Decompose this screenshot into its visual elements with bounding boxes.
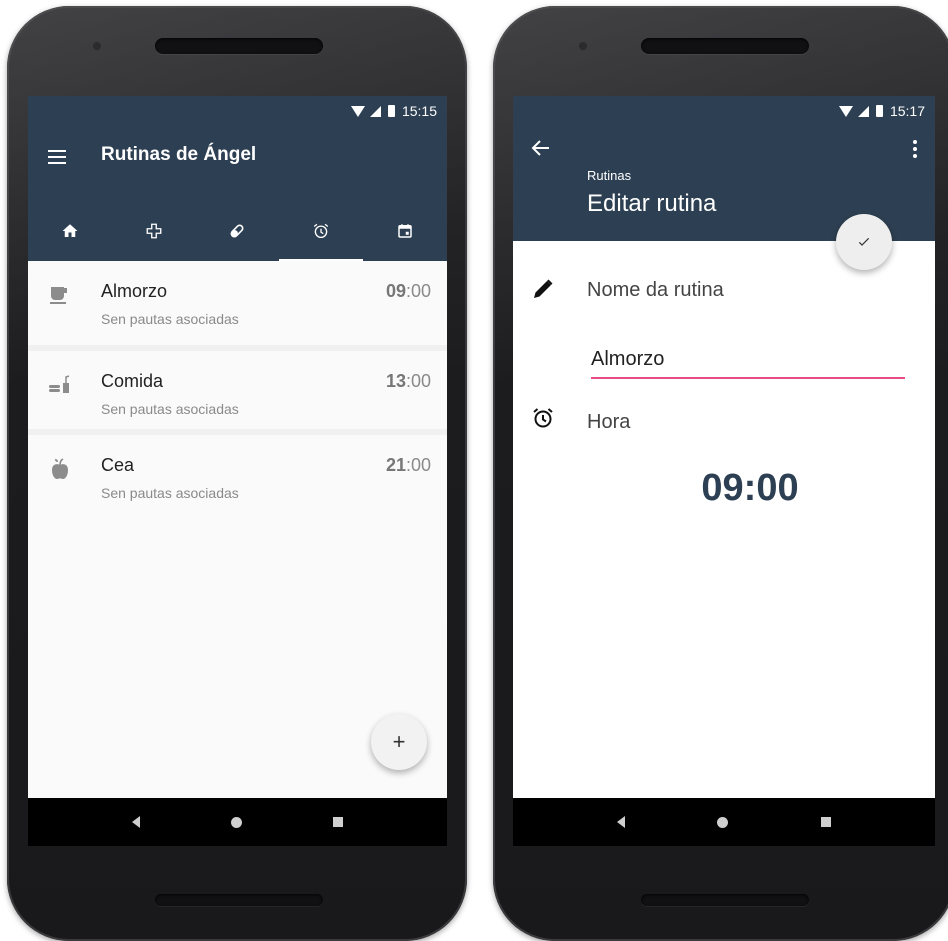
routine-minutes: :00 <box>405 455 431 475</box>
tab-medical[interactable] <box>112 201 196 261</box>
left-phone: 15:15 Rutinas de Ángel Almorzo Sen pauta… <box>7 6 467 941</box>
calendar-icon <box>398 224 412 238</box>
routine-subtitle: Sen pautas asociadas <box>101 401 239 417</box>
coffee-cup-icon <box>50 287 67 304</box>
front-camera <box>579 42 587 50</box>
bottom-speaker <box>641 894 809 906</box>
signal-icon <box>369 105 381 117</box>
status-bar: 15:15 <box>28 96 447 126</box>
page-title: Editar rutina <box>587 190 717 217</box>
status-time: 15:15 <box>401 103 437 119</box>
nav-home-icon[interactable] <box>230 816 242 828</box>
alarm-clock-icon <box>533 408 553 428</box>
overflow-menu-icon[interactable] <box>913 140 917 161</box>
page-title: Rutinas de Ángel <box>101 144 257 165</box>
edit-form: Nome da rutina Hora 09:00 <box>513 241 935 801</box>
routine-name: Comida <box>101 371 164 391</box>
status-bar: 15:17 <box>513 96 935 126</box>
alarm-clock-icon <box>314 223 329 239</box>
nav-home-icon[interactable] <box>717 816 729 828</box>
medical-cross-icon <box>146 223 162 239</box>
pill-icon <box>231 224 244 238</box>
top-speaker <box>641 38 809 54</box>
routine-subtitle: Sen pautas asociadas <box>101 485 239 501</box>
routine-name: Almorzo <box>101 281 168 301</box>
routine-minutes: :00 <box>405 371 431 391</box>
system-nav-bar <box>513 798 935 846</box>
apple-icon <box>52 458 68 479</box>
list-item[interactable]: Cea Sen pautas asociadas 21:00 <box>28 429 447 513</box>
name-field <box>591 339 905 379</box>
menu-icon[interactable] <box>48 150 66 164</box>
wifi-icon <box>838 105 853 117</box>
routine-name-input[interactable] <box>591 339 905 371</box>
list-item[interactable]: Almorzo Sen pautas asociadas 09:00 <box>28 261 447 345</box>
nav-recent-icon[interactable] <box>333 817 344 827</box>
routines-list-screen: 15:15 Rutinas de Ángel Almorzo Sen pauta… <box>28 96 447 846</box>
battery-icon <box>387 105 395 117</box>
nav-recent-icon[interactable] <box>820 817 831 827</box>
routine-name: Cea <box>101 455 135 475</box>
routine-hour: 21 <box>385 455 406 475</box>
nav-back-icon[interactable] <box>617 816 626 828</box>
home-icon <box>62 224 78 237</box>
hour-label: Hora <box>587 411 631 433</box>
bottom-speaker <box>155 894 323 906</box>
tab-calendar[interactable] <box>363 201 447 261</box>
tab-medication[interactable] <box>196 201 280 261</box>
battery-icon <box>875 105 883 117</box>
front-camera <box>93 42 101 50</box>
nav-back-icon[interactable] <box>131 816 140 828</box>
right-phone: 15:17 Rutinas Editar rutina Nome da ruti… <box>493 6 948 941</box>
hour-picker[interactable]: 09:00 <box>513 467 935 510</box>
tab-routines[interactable] <box>279 201 363 261</box>
save-button[interactable] <box>836 214 892 270</box>
system-nav-bar <box>28 798 447 846</box>
routine-hour: 09 <box>385 281 406 301</box>
wifi-icon <box>350 105 365 117</box>
back-arrow-icon[interactable] <box>529 136 553 160</box>
status-time: 15:17 <box>889 103 925 119</box>
app-bar: Rutinas de Ángel <box>28 126 447 261</box>
routine-minutes: :00 <box>405 281 431 301</box>
breadcrumb: Rutinas <box>587 168 632 183</box>
add-routine-button[interactable]: + <box>371 714 427 770</box>
routine-list: Almorzo Sen pautas asociadas 09:00 Comid… <box>28 261 447 513</box>
meal-icon <box>49 375 70 393</box>
list-item[interactable]: Comida Sen pautas asociadas 13:00 <box>28 345 447 429</box>
routine-subtitle: Sen pautas asociadas <box>101 311 239 327</box>
routine-hour: 13 <box>385 371 406 391</box>
edit-routine-screen: 15:17 Rutinas Editar rutina Nome da ruti… <box>513 96 935 846</box>
tab-home[interactable] <box>28 201 112 261</box>
signal-icon <box>857 105 869 117</box>
routine-time: 13:00 <box>386 371 431 392</box>
routine-time: 21:00 <box>386 455 431 476</box>
tab-bar <box>28 201 447 261</box>
pencil-icon <box>534 279 553 298</box>
name-label: Nome da rutina <box>587 279 724 301</box>
check-icon <box>858 237 870 246</box>
routine-time: 09:00 <box>386 281 431 302</box>
top-speaker <box>155 38 323 54</box>
